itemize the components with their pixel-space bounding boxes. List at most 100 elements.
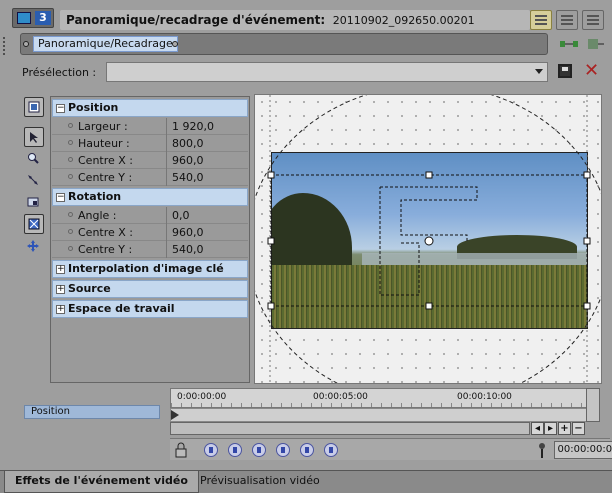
delete-preset-icon[interactable]: ✕ (584, 60, 599, 81)
track-number: 3 (35, 11, 51, 25)
group-workspace[interactable]: + Espace de travail (52, 300, 248, 318)
delete-keyframe-button[interactable] (324, 443, 338, 457)
last-keyframe-button[interactable] (276, 443, 290, 457)
plugin-chain-item[interactable]: Panoramique/Recadrage (33, 36, 178, 52)
time-mark: 00:00:05:00 (313, 392, 368, 402)
property-value[interactable]: 960,0 (172, 154, 204, 167)
property-name: Angle : (78, 209, 117, 222)
move-icon[interactable] (24, 171, 44, 191)
prev-keyframe-button[interactable] (228, 443, 242, 457)
cursor-position-icon (536, 442, 548, 458)
list-view-button[interactable] (530, 10, 552, 30)
group-keyframe-interpolation[interactable]: + Interpolation d'image clé (52, 260, 248, 278)
current-time-field[interactable]: 00:00:00:00 (554, 441, 612, 459)
property-row[interactable]: Centre Y : 540,0 (52, 241, 248, 258)
group-label: Espace de travail (68, 302, 175, 315)
property-name: Centre Y : (78, 171, 133, 184)
group-label: Position (68, 101, 119, 114)
collapse-icon[interactable]: − (56, 193, 65, 202)
first-keyframe-button[interactable] (204, 443, 218, 457)
title-bar: 3 Panoramique/recadrage d'événement: 201… (8, 4, 608, 30)
property-name: Centre X : (78, 154, 134, 167)
next-keyframe-button[interactable] (252, 443, 266, 457)
film-icon (17, 12, 31, 24)
keyframe-dot-icon (68, 174, 73, 179)
keyframe-marker-icon[interactable] (171, 410, 179, 420)
preset-dropdown[interactable] (106, 62, 548, 82)
property-row[interactable]: Centre X : 960,0 (52, 152, 248, 169)
property-name: Largeur : (78, 120, 128, 133)
plugin-chain-bar: Panoramique/Recadrage (20, 33, 548, 55)
plugin-settings-icon[interactable] (586, 37, 604, 51)
keyframe-dot-icon (68, 157, 73, 162)
property-row[interactable]: Largeur : 1 920,0 (52, 118, 248, 135)
plugin-chain-icon[interactable] (560, 37, 578, 51)
expand-icon[interactable]: + (56, 265, 65, 274)
expand-icon[interactable]: + (56, 285, 65, 294)
property-row[interactable]: Hauteur : 800,0 (52, 135, 248, 152)
title-text: Panoramique/recadrage d'événement: (66, 13, 326, 27)
group-rotation[interactable]: − Rotation (52, 188, 248, 206)
tab-video-event-fx[interactable]: Effets de l'événement vidéo (4, 471, 199, 493)
keyframe-dot-icon (68, 212, 73, 217)
group-position[interactable]: − Position (52, 99, 248, 117)
timeline-track-label[interactable]: Position (24, 405, 160, 419)
grid-view-button[interactable] (556, 10, 578, 30)
zoom-icon[interactable] (24, 149, 44, 169)
horizontal-scrollbar[interactable] (170, 422, 530, 435)
chain-start-dot (23, 41, 29, 47)
property-row[interactable]: Centre X : 960,0 (52, 224, 248, 241)
property-value[interactable]: 540,0 (172, 171, 204, 184)
detail-view-button[interactable] (582, 10, 604, 30)
track-video-icon: 3 (12, 8, 54, 28)
property-name: Hauteur : (78, 137, 130, 150)
lock-icon[interactable] (174, 442, 190, 458)
property-tree: − Position Largeur : 1 920,0 Hauteur : 8… (50, 96, 250, 383)
pan-crop-canvas[interactable] (254, 94, 602, 384)
scroll-right-button[interactable]: ▸ (544, 422, 557, 435)
time-mark: 0:00:00:00 (177, 392, 227, 402)
select-arrow-button[interactable] (24, 127, 44, 147)
keyframe-dot-icon (68, 123, 73, 128)
group-source[interactable]: + Source (52, 280, 248, 298)
property-name: Centre Y : (78, 243, 133, 256)
group-label: Source (68, 282, 111, 295)
save-preset-icon[interactable] (558, 64, 572, 78)
expand-icon[interactable]: + (56, 305, 65, 314)
keyframe-timeline: Position 0:00:00:00 00:00:05:00 00:00:10… (20, 386, 612, 466)
zoom-in-button[interactable]: + (558, 422, 571, 435)
property-value[interactable]: 1 920,0 (172, 120, 214, 133)
window-tabs: Effets de l'événement vidéo Prévisualisa… (0, 470, 612, 493)
keyframe-dot-icon (68, 246, 73, 251)
property-row[interactable]: Centre Y : 540,0 (52, 169, 248, 186)
property-name: Centre X : (78, 226, 134, 239)
pan-icon[interactable] (24, 237, 44, 257)
tab-video-preview[interactable]: Prévisualisation vidéo (190, 471, 330, 493)
vertical-scrollbar[interactable] (586, 388, 600, 422)
keyframe-controls: 00:00:00:00 (170, 438, 612, 460)
keyframe-dot-icon (68, 140, 73, 145)
dock-gripper[interactable] (2, 36, 6, 56)
group-label: Interpolation d'image clé (68, 262, 224, 275)
time-ruler[interactable]: 0:00:00:00 00:00:05:00 00:00:10:00 (170, 388, 590, 408)
keyframe-dot-icon (68, 229, 73, 234)
chain-end-dot (172, 41, 178, 47)
property-value[interactable]: 800,0 (172, 137, 204, 150)
scroll-left-button[interactable]: ◂ (531, 422, 544, 435)
enable-pan-crop-button[interactable] (24, 97, 44, 117)
property-value[interactable]: 0,0 (172, 209, 190, 222)
frame-button[interactable] (24, 214, 44, 234)
property-row[interactable]: Angle : 0,0 (52, 207, 248, 224)
collapse-icon[interactable]: − (56, 104, 65, 113)
window-title: Panoramique/recadrage d'événement: 20110… (60, 10, 530, 30)
property-value[interactable]: 540,0 (172, 243, 204, 256)
crop-overlay[interactable] (255, 95, 602, 384)
event-name: 20110902_092650.00201 (332, 14, 475, 27)
property-value[interactable]: 960,0 (172, 226, 204, 239)
keyframe-track[interactable] (170, 408, 590, 422)
group-label: Rotation (68, 190, 122, 203)
zoom-out-button[interactable]: − (572, 422, 585, 435)
time-mark: 00:00:10:00 (457, 392, 512, 402)
keyframe-icon[interactable] (24, 193, 44, 213)
add-keyframe-button[interactable] (300, 443, 314, 457)
